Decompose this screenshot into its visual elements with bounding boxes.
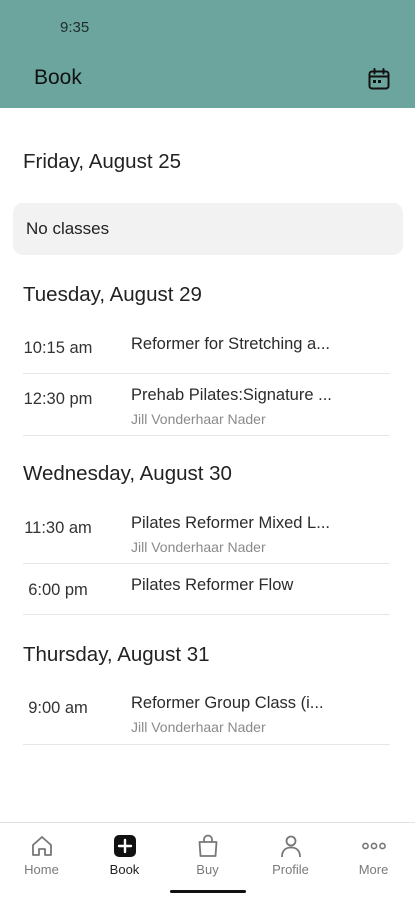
tab-label: Buy [196, 862, 219, 877]
bottom-tab-bar: Home Book Buy Profile More [0, 822, 415, 900]
tab-more[interactable]: More [332, 823, 415, 893]
class-name: Prehab Pilates:Signature ... [131, 386, 332, 404]
tab-label: More [358, 862, 389, 877]
day-heading-friday: Friday, August 25 [23, 150, 182, 173]
class-time: 10:15 am [23, 339, 93, 357]
class-instructor: Jill Vonderhaar Nader [131, 539, 266, 555]
row-divider [23, 744, 390, 745]
class-time: 12:30 pm [23, 390, 93, 408]
class-time: 9:00 am [28, 699, 88, 717]
row-divider [23, 563, 390, 564]
home-indicator [170, 890, 246, 893]
tab-label: Profile [272, 862, 309, 877]
person-icon [281, 835, 301, 858]
row-divider [23, 435, 390, 436]
tab-label: Home [24, 862, 59, 877]
class-row[interactable]: 11:30 am Pilates Reformer Mixed L... Jil… [18, 514, 390, 560]
class-row[interactable]: 10:15 am Reformer for Stretching a... [18, 335, 390, 371]
class-name: Reformer Group Class (i... [131, 694, 324, 712]
row-divider [23, 614, 390, 615]
tab-profile[interactable]: Profile [249, 823, 332, 893]
class-instructor: Jill Vonderhaar Nader [131, 719, 266, 735]
tab-book[interactable]: Book [83, 823, 166, 893]
no-classes-label: No classes [26, 219, 110, 238]
no-classes-card: No classes [13, 203, 403, 255]
day-heading-wednesday: Wednesday, August 30 [23, 462, 232, 485]
class-instructor: Jill Vonderhaar Nader [131, 411, 266, 427]
class-row[interactable]: 9:00 am Reformer Group Class (i... Jill … [18, 694, 390, 740]
class-name: Reformer for Stretching a... [131, 335, 330, 353]
calendar-icon [368, 68, 390, 90]
status-bar-time: 9:35 [60, 19, 90, 36]
day-heading-thursday: Thursday, August 31 [23, 643, 210, 666]
class-name: Pilates Reformer Mixed L... [131, 514, 330, 532]
page-title: Book [34, 66, 82, 89]
plus-square-icon [114, 835, 136, 857]
class-row[interactable]: 12:30 pm Prehab Pilates:Signature ... Ji… [18, 386, 390, 432]
class-name: Pilates Reformer Flow [131, 576, 294, 594]
row-divider [23, 373, 390, 374]
tab-home[interactable]: Home [0, 823, 83, 893]
class-row[interactable]: 6:00 pm Pilates Reformer Flow [18, 576, 390, 612]
tab-buy[interactable]: Buy [166, 823, 249, 893]
calendar-button[interactable] [366, 66, 392, 92]
more-dots-icon [362, 842, 386, 850]
home-icon [32, 836, 52, 856]
class-time: 11:30 am [24, 519, 92, 537]
class-time: 6:00 pm [28, 581, 88, 599]
day-heading-tuesday: Tuesday, August 29 [23, 283, 202, 306]
tab-label: Book [109, 862, 140, 877]
shopping-bag-icon [198, 834, 218, 857]
app-header: 9:35 Book [0, 0, 415, 108]
